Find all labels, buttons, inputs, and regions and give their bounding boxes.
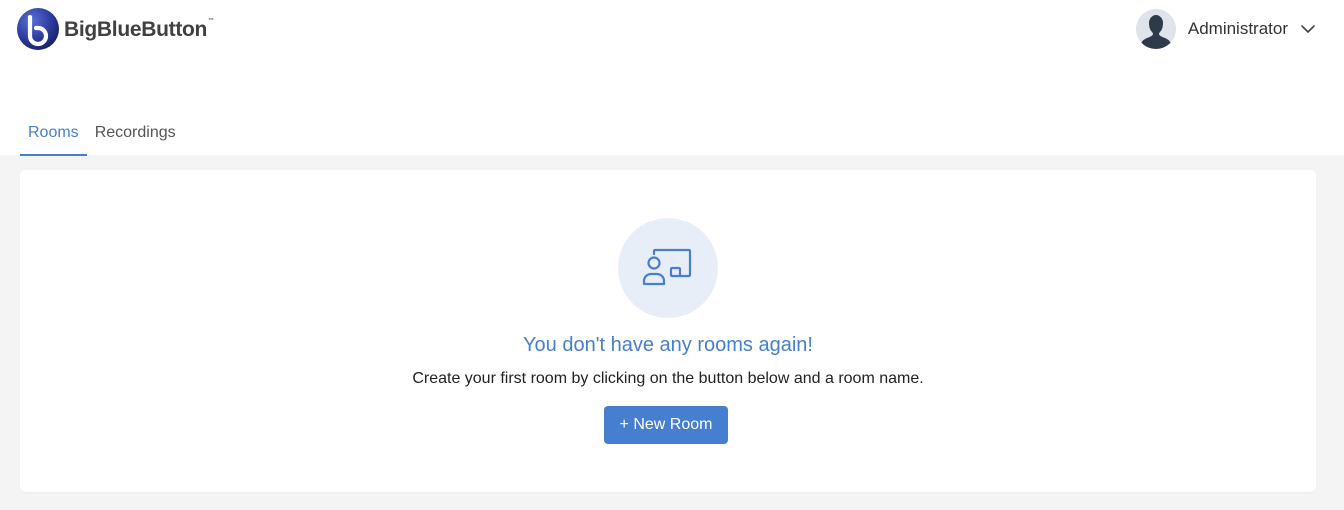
user-menu[interactable]: Administrator [1135,9,1316,49]
room-tabs: Rooms Recordings [20,118,184,156]
tab-rooms[interactable]: Rooms [20,118,87,156]
empty-state-icon-circle [618,218,718,318]
bigbluebutton-logo[interactable]: BigBlueButton™ [16,7,214,51]
rooms-empty-card: You don't have any rooms again! Create y… [20,170,1316,492]
empty-state-description: Create your first room by clicking on th… [412,370,924,387]
empty-state-title: You don't have any rooms again! [523,334,813,356]
logo-icon [17,8,59,50]
chevron-down-icon[interactable] [1300,21,1316,37]
tab-recordings[interactable]: Recordings [87,118,184,154]
top-navbar: BigBlueButton™ Administrator Rooms Recor… [0,0,1344,156]
new-room-button[interactable]: + New Room [604,406,728,444]
room-presentation-icon [642,248,692,286]
logo-text: BigBlueButton™ [64,18,214,41]
user-avatar-icon [1135,9,1176,49]
user-name: Administrator [1187,19,1288,38]
